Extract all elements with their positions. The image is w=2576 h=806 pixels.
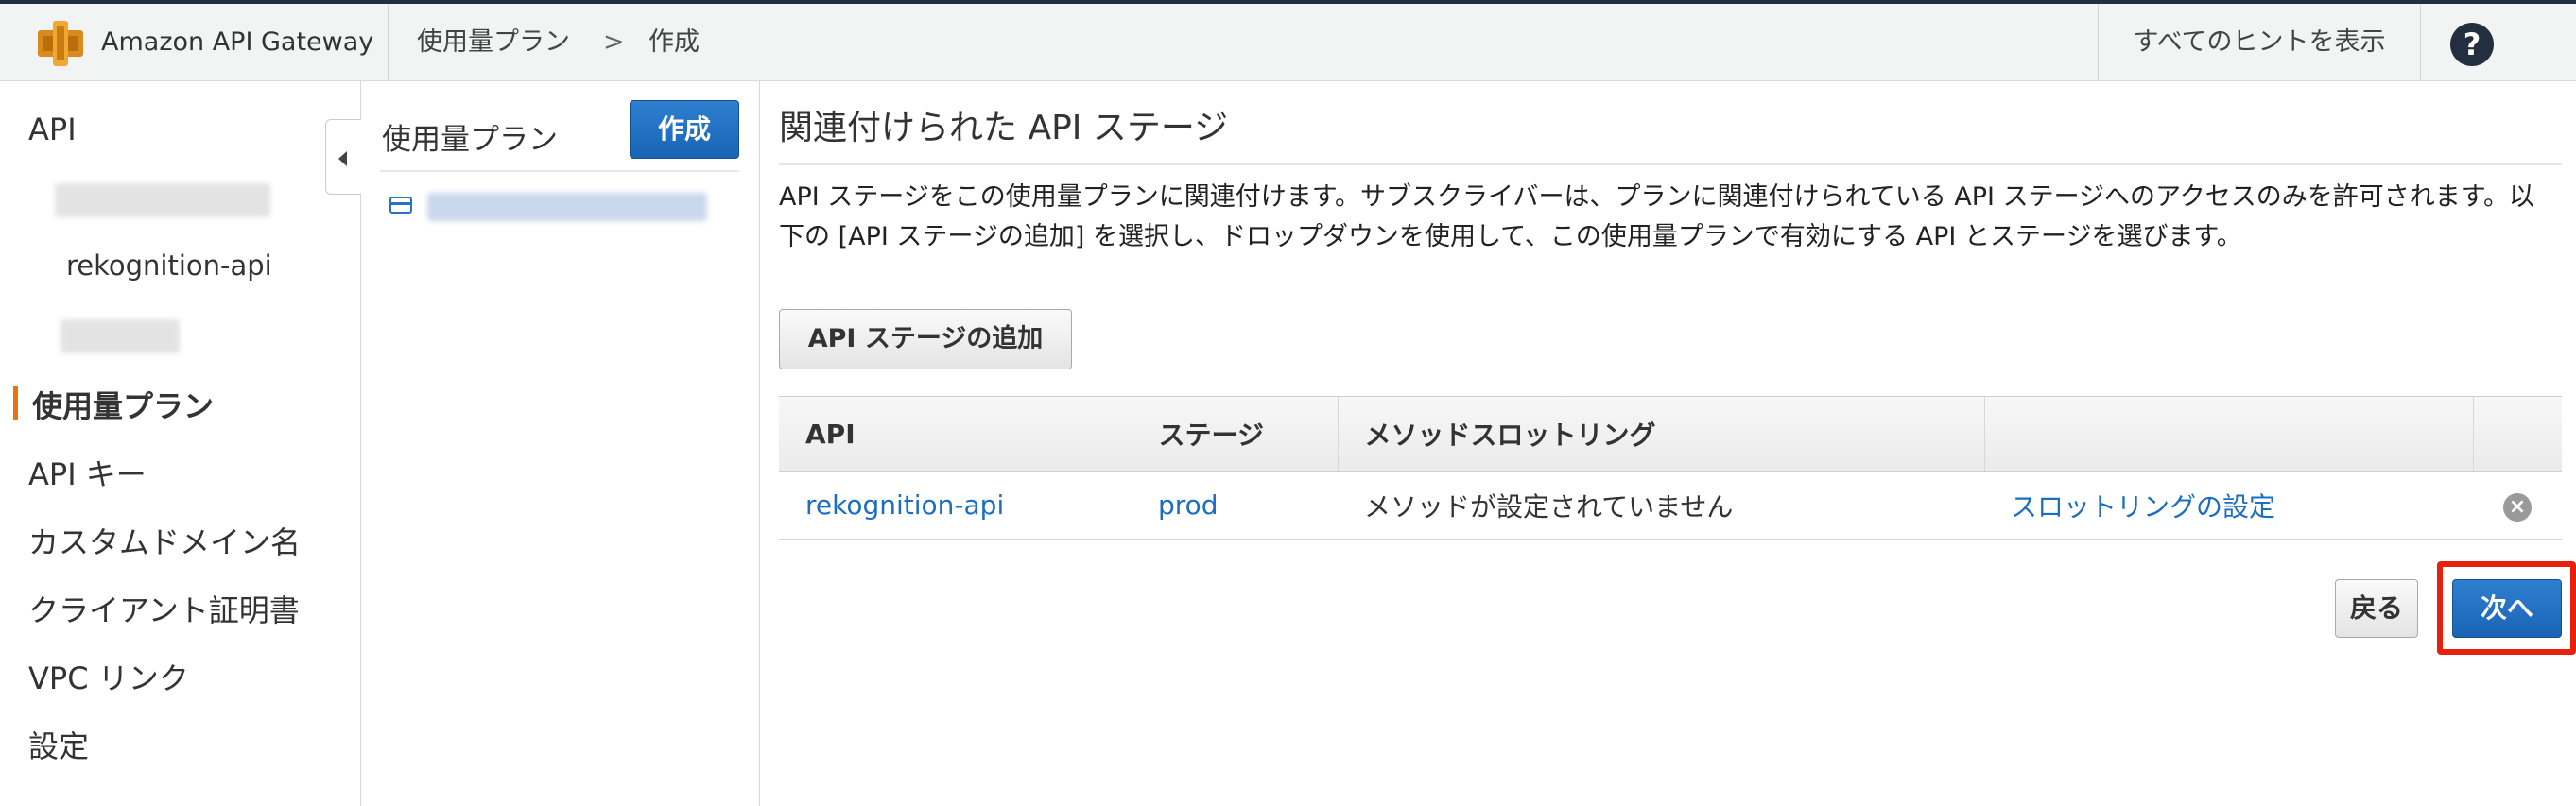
usage-plans-panel-title: 使用量プラン <box>382 123 558 157</box>
next-button[interactable]: 次へ <box>2452 579 2562 638</box>
column-header-blank <box>2472 396 2562 472</box>
header-divider <box>388 4 389 81</box>
column-header-stage: ステージ <box>1131 396 1338 472</box>
usage-plan-list-item[interactable] <box>380 185 739 229</box>
app-name[interactable]: Amazon API Gateway <box>101 4 373 81</box>
help-icon[interactable]: ? <box>2450 23 2494 66</box>
api-link[interactable]: rekognition-api <box>805 489 1004 521</box>
description-text: API ステージをこの使用量プランに関連付けます。サブスクライバーは、プランに関… <box>779 182 2534 251</box>
api-gateway-logo-icon[interactable] <box>34 17 87 70</box>
collapse-panel-button[interactable] <box>325 119 361 195</box>
top-navigation-bar: Amazon API Gateway 使用量プラン > 作成 すべてのヒントを表… <box>0 0 2576 81</box>
title-divider <box>779 163 2562 165</box>
redacted-api-name[interactable] <box>61 319 180 353</box>
create-usage-plan-button[interactable]: 作成 <box>630 100 739 159</box>
table-row: rekognition-api prod メソッドが設定されていません スロット… <box>779 472 2562 540</box>
breadcrumb-current: 作成 <box>648 27 700 57</box>
associated-stages-table: API ステージ メソッドスロットリング rekognition-api pro… <box>779 396 2562 540</box>
nav-item-vpc-links[interactable]: VPC リンク <box>28 655 189 698</box>
stage-link[interactable]: prod <box>1158 489 1219 521</box>
table-header-row: API ステージ メソッドスロットリング <box>779 396 2562 472</box>
column-header-blank <box>1983 396 2473 472</box>
column-header-method-throttling: メソッドスロットリング <box>1337 396 1984 472</box>
nav-item-settings[interactable]: 設定 <box>28 723 89 766</box>
nav-item-usage-plans[interactable]: 使用量プラン <box>32 383 214 426</box>
nav-item-custom-domain-names[interactable]: カスタムドメイン名 <box>28 519 301 562</box>
header-divider <box>2420 4 2421 81</box>
nav-item-api-keys[interactable]: API キー <box>28 451 147 494</box>
panel-divider <box>380 170 739 172</box>
column-header-api: API <box>779 396 1132 472</box>
breadcrumb-separator: > <box>603 27 625 57</box>
configure-throttling-link[interactable]: スロットリングの設定 <box>2011 491 2275 523</box>
nav-item-client-certificates[interactable]: クライアント証明書 <box>28 587 300 630</box>
add-api-stage-button[interactable]: API ステージの追加 <box>779 309 1072 369</box>
redacted-api-name[interactable] <box>55 183 270 217</box>
page-title: 関連付けられた API ステージ <box>779 109 1229 147</box>
redacted-plan-name <box>427 193 707 221</box>
usage-plan-card-icon <box>389 197 412 214</box>
remove-circle-icon[interactable]: × <box>2503 493 2532 522</box>
active-nav-indicator <box>13 386 18 420</box>
nav-item-api[interactable]: API <box>28 111 77 147</box>
back-button[interactable]: 戻る <box>2335 579 2418 638</box>
nav-api-rekognition[interactable]: rekognition-api <box>66 249 272 282</box>
show-all-hints-button[interactable]: すべてのヒントを表示 <box>2099 4 2420 81</box>
breadcrumb-usage-plans[interactable]: 使用量プラン <box>417 4 570 81</box>
chevron-left-icon <box>338 151 347 166</box>
method-throttling-status: メソッドが設定されていません <box>1364 490 1734 523</box>
